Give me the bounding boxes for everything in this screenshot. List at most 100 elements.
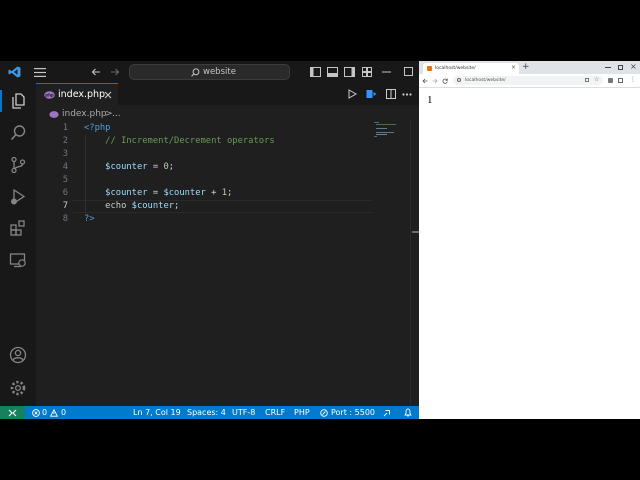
close-icon[interactable]: × — [630, 62, 637, 72]
run-icon[interactable] — [348, 89, 357, 99]
code-token: ; — [168, 162, 175, 172]
favicon-icon — [427, 66, 432, 71]
command-center-search[interactable]: website — [129, 64, 290, 80]
browser-tab-title: localhost/website/ — [435, 66, 476, 71]
code-token: ?> — [84, 214, 95, 224]
minimize-icon[interactable] — [382, 71, 391, 73]
address-bar[interactable]: localhost/website/ ☆ — [453, 76, 603, 85]
code-text: echo $counter; — [84, 200, 179, 213]
run-and-debug-icon[interactable] — [9, 188, 27, 206]
bookmark-star-icon[interactable]: ☆ — [594, 76, 599, 84]
forward-arrow-icon[interactable] — [110, 67, 120, 77]
minimap[interactable] — [373, 121, 403, 141]
line-number: 7 — [62, 201, 68, 211]
code-token: + — [205, 188, 222, 198]
new-tab-button[interactable]: + — [522, 62, 530, 73]
manage-gear-icon[interactable] — [9, 379, 27, 397]
share-icon[interactable] — [585, 78, 589, 82]
maximize-icon[interactable] — [404, 67, 413, 76]
close-tab-icon[interactable]: × — [511, 64, 516, 72]
more-actions-icon[interactable] — [402, 93, 412, 96]
code-line[interactable]: 1 <?php — [36, 122, 419, 135]
code-line[interactable]: 5 — [36, 174, 419, 187]
menu-icon[interactable] — [34, 68, 46, 77]
scrollbar-track[interactable] — [410, 121, 419, 406]
browser-tab[interactable]: localhost/website/ × — [423, 63, 519, 74]
code-token: $counter — [84, 162, 148, 172]
encoding[interactable]: UTF-8 — [232, 406, 255, 419]
indentation[interactable]: Spaces: 4 — [187, 406, 226, 419]
vscode-logo-icon — [8, 66, 21, 78]
code-token: $counter — [163, 188, 206, 198]
search-icon — [191, 68, 200, 77]
tab-index-php[interactable]: php index.php — [36, 83, 118, 105]
code-line[interactable]: 6 $counter = $counter + 1; — [36, 187, 419, 200]
sidepanel-icon[interactable] — [618, 78, 623, 83]
remote-explorer-icon[interactable] — [9, 251, 27, 269]
broadcast-icon — [320, 409, 328, 417]
code-token: ; — [227, 188, 233, 198]
source-control-icon[interactable] — [9, 156, 27, 174]
accounts-icon[interactable] — [9, 346, 27, 364]
notifications-bell-icon[interactable] — [404, 408, 412, 417]
breadcrumb-symbol[interactable]: ... — [112, 108, 121, 120]
back-arrow-icon[interactable] — [422, 78, 428, 84]
editor-tab-bar: php index.php — [36, 83, 419, 105]
code-token: ; — [174, 201, 180, 211]
line-number: 8 — [62, 214, 68, 224]
error-icon — [32, 409, 40, 417]
live-server-port[interactable]: Port : 5500 — [331, 406, 375, 419]
vscode-window: website php index.php index.php > ... 1 … — [0, 61, 419, 419]
forward-arrow-icon[interactable] — [432, 78, 438, 84]
code-token: $counter — [84, 188, 148, 198]
overview-cursor-marker — [412, 231, 419, 233]
extensions-icon[interactable] — [9, 219, 27, 237]
remote-icon — [8, 409, 17, 417]
close-tab-icon[interactable] — [104, 91, 112, 99]
breadcrumb: index.php > ... — [36, 107, 419, 121]
reload-icon[interactable] — [442, 78, 448, 84]
live-share-icon[interactable] — [383, 409, 392, 417]
title-bar: website — [0, 61, 419, 83]
svg-text:php: php — [45, 93, 54, 98]
open-preview-icon[interactable] — [366, 89, 377, 99]
warning-count[interactable]: 0 — [61, 406, 66, 419]
code-text: ?> — [84, 213, 95, 226]
split-editor-icon[interactable] — [386, 89, 396, 99]
search-icon[interactable] — [9, 124, 27, 142]
tab-label: index.php — [58, 89, 106, 100]
toggle-primary-sidebar-icon[interactable] — [310, 67, 321, 77]
back-arrow-icon[interactable] — [91, 67, 101, 77]
extensions-icon[interactable] — [608, 78, 613, 83]
browser-tab-bar: localhost/website/ × + × — [419, 61, 640, 74]
code-line[interactable]: 4 $counter = 0; — [36, 161, 419, 174]
minimize-icon[interactable] — [605, 67, 611, 68]
code-text: $counter = 0; — [84, 161, 174, 174]
code-line[interactable]: 3 — [36, 148, 419, 161]
code-text: $counter = $counter + 1; — [84, 187, 232, 200]
address-url: localhost/website/ — [465, 78, 506, 83]
error-count[interactable]: 0 — [42, 406, 47, 419]
customize-layout-icon[interactable] — [362, 67, 372, 77]
breadcrumb-file[interactable]: index.php — [62, 108, 107, 120]
line-number: 1 — [62, 123, 68, 133]
status-bar: 0 0 Ln 7, Col 19 Spaces: 4 UTF-8 CRLF PH… — [0, 406, 419, 419]
end-of-line[interactable]: CRLF — [265, 406, 285, 419]
language-mode[interactable]: PHP — [294, 406, 310, 419]
page-output-text: 1 — [427, 94, 433, 106]
code-line[interactable]: 2 // Increment/Decrement operators — [36, 135, 419, 148]
line-number: 5 — [62, 175, 68, 185]
explorer-icon[interactable] — [9, 92, 27, 110]
code-line[interactable]: 8 ?> — [36, 213, 419, 226]
line-number: 2 — [62, 136, 68, 146]
remote-indicator[interactable] — [0, 406, 25, 419]
maximize-icon[interactable] — [618, 65, 623, 70]
toggle-secondary-sidebar-icon[interactable] — [344, 67, 355, 77]
code-line[interactable]: 7 echo $counter; — [36, 200, 419, 213]
line-number: 6 — [62, 188, 68, 198]
cursor-position[interactable]: Ln 7, Col 19 — [133, 406, 181, 419]
browser-menu-icon[interactable]: ⋮ — [630, 75, 636, 85]
toggle-panel-icon[interactable] — [327, 67, 338, 77]
php-file-icon: php — [44, 91, 55, 99]
code-token: // Increment/Decrement operators — [84, 136, 275, 146]
